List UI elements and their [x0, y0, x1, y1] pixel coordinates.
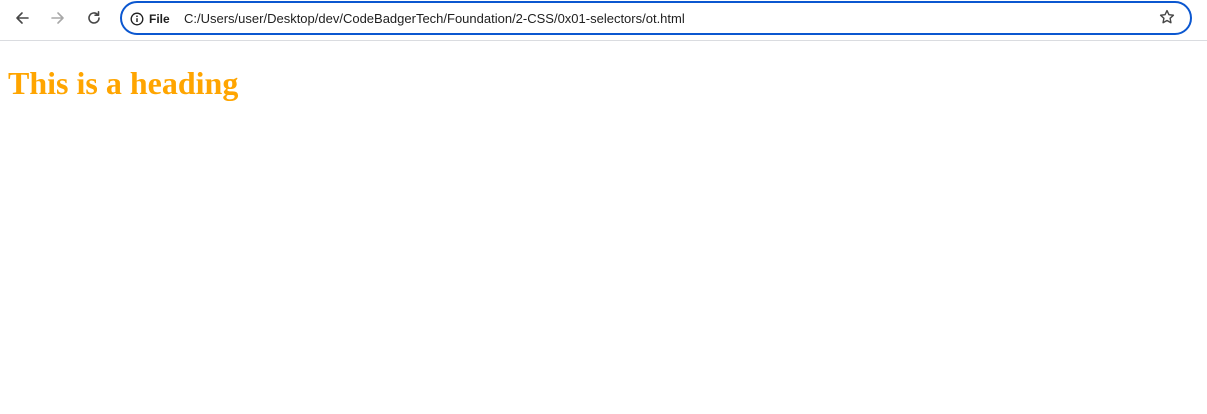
browser-toolbar: File C:/Users/user/Desktop/dev/CodeBadge…: [0, 0, 1207, 41]
page-content: This is a heading: [0, 65, 1207, 101]
arrow-left-icon: [14, 10, 30, 26]
site-info-label: File: [149, 12, 170, 26]
arrow-right-icon: [50, 10, 66, 26]
forward-button[interactable]: [44, 4, 72, 32]
bookmark-button[interactable]: [1157, 9, 1177, 29]
info-icon: [130, 12, 144, 26]
reload-button[interactable]: [80, 4, 108, 32]
address-bar[interactable]: File C:/Users/user/Desktop/dev/CodeBadge…: [120, 1, 1192, 35]
url-text[interactable]: C:/Users/user/Desktop/dev/CodeBadgerTech…: [184, 11, 685, 27]
back-button[interactable]: [8, 4, 36, 32]
page-heading: This is a heading: [8, 65, 239, 101]
reload-icon: [86, 10, 102, 26]
star-icon: [1159, 9, 1175, 30]
site-info-button[interactable]: File: [130, 10, 170, 28]
